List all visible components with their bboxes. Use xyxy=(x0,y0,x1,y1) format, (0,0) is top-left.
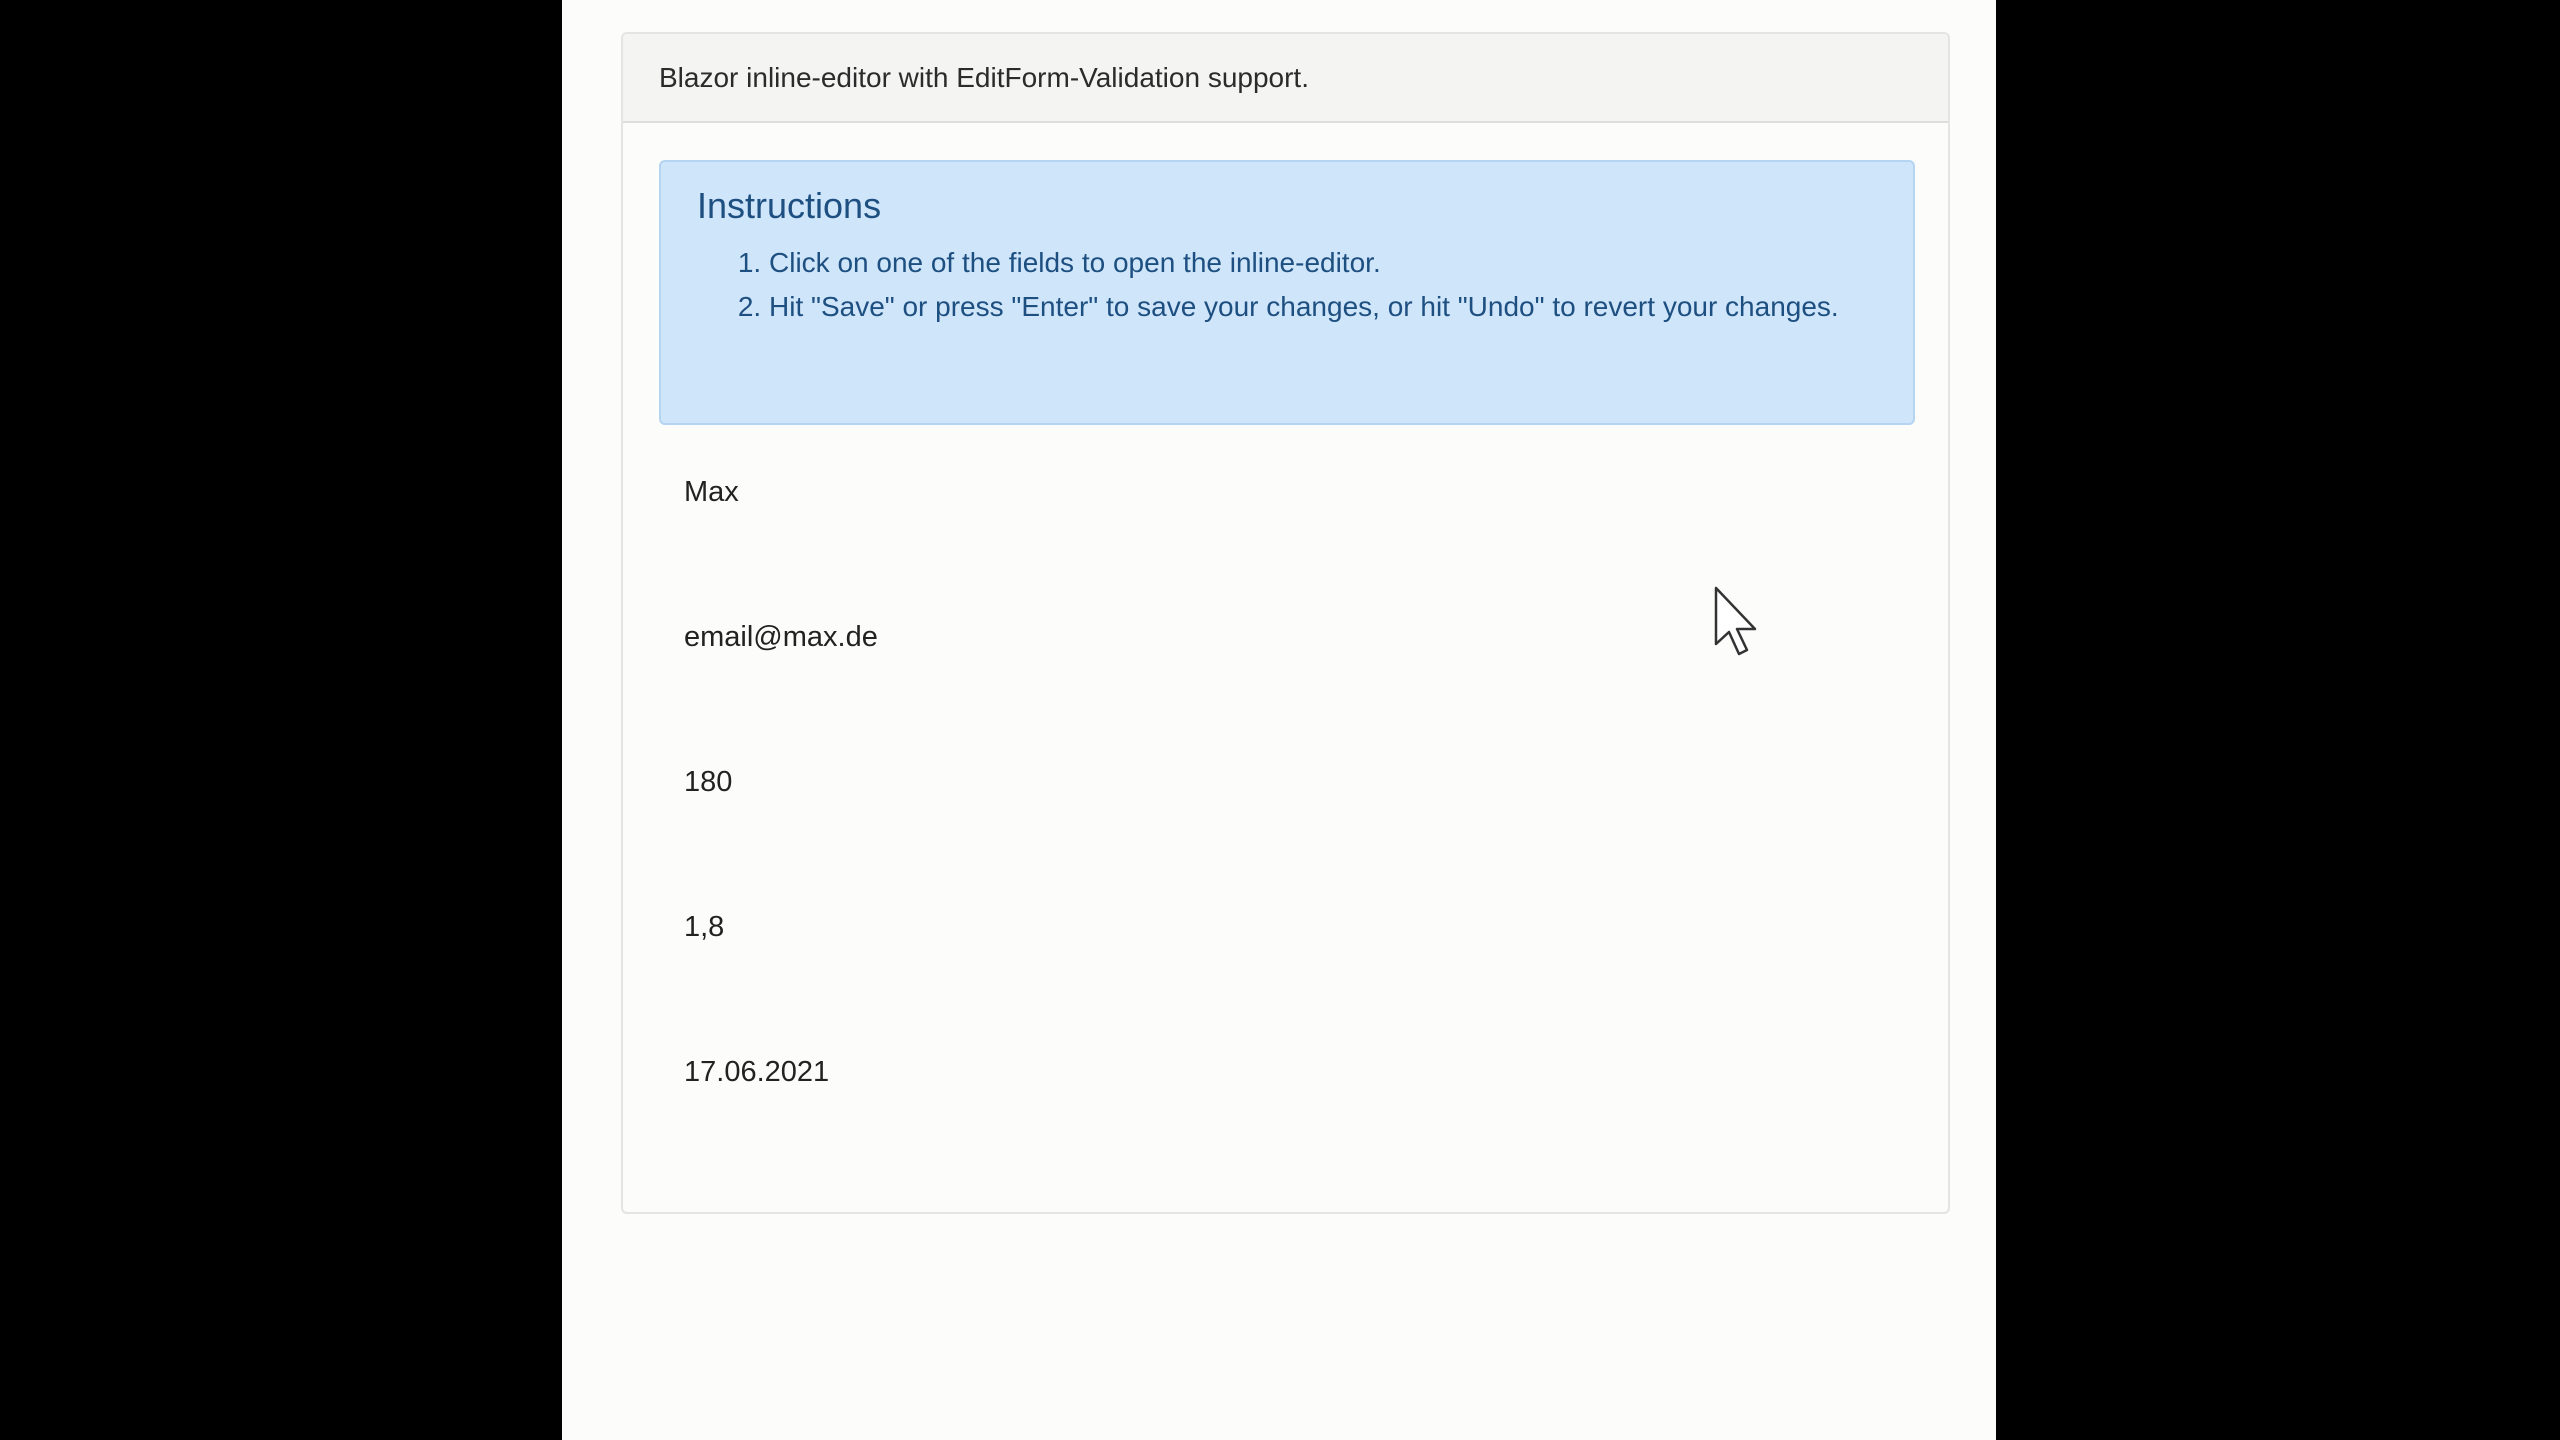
field-value: 1,8 xyxy=(684,911,725,943)
panel-heading-text: Blazor inline-editor with EditForm-Valid… xyxy=(659,61,1309,93)
inline-edit-field-email[interactable]: email@max.de xyxy=(684,619,1884,764)
browser-viewport: Blazor inline-editor with EditForm-Valid… xyxy=(562,0,1996,1440)
field-value: email@max.de xyxy=(684,621,878,653)
field-value: 17.06.2021 xyxy=(684,1056,830,1088)
field-value: Max xyxy=(684,476,739,508)
instruction-step: Click on one of the fields to open the i… xyxy=(769,241,1877,285)
instruction-step: Hit "Save" or press "Enter" to save your… xyxy=(769,285,1877,329)
panel-heading: Blazor inline-editor with EditForm-Valid… xyxy=(623,34,1948,123)
mouse-pointer-icon xyxy=(1714,586,1757,656)
instructions-list: Click on one of the fields to open the i… xyxy=(697,241,1877,329)
inline-edit-field-date[interactable]: 17.06.2021 xyxy=(684,1054,1884,1199)
instructions-alert: Instructions Click on one of the fields … xyxy=(659,160,1915,425)
inline-edit-fields: Max email@max.de 180 1,8 17.06.2021 xyxy=(684,474,1884,1199)
instructions-title: Instructions xyxy=(697,185,882,226)
field-value: 180 xyxy=(684,766,733,798)
inline-edit-field-height[interactable]: 180 xyxy=(684,764,1884,909)
inline-edit-field-name[interactable]: Max xyxy=(684,474,1884,619)
inline-edit-field-decimal[interactable]: 1,8 xyxy=(684,909,1884,1054)
